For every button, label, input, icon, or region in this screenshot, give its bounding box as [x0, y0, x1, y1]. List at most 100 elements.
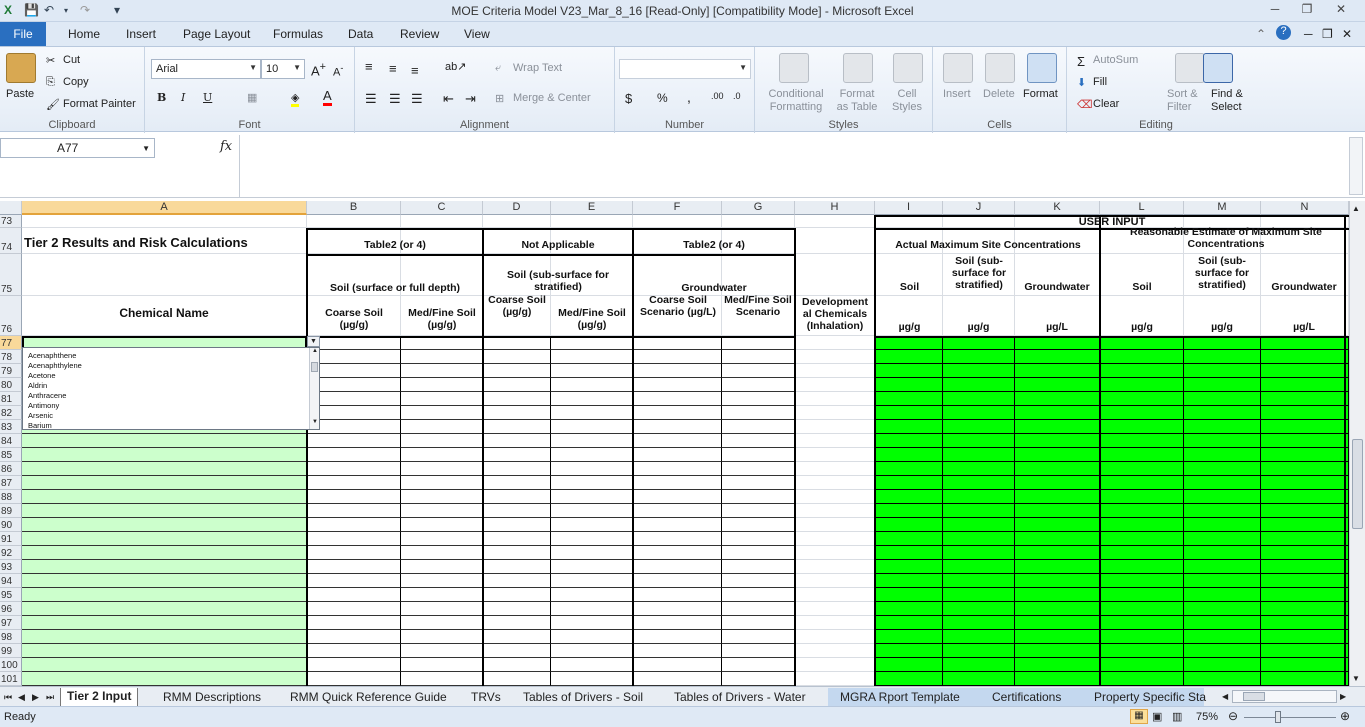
cell-g89[interactable] — [722, 504, 795, 518]
zoom-slider-track[interactable] — [1244, 717, 1336, 718]
row-header-95[interactable]: 95 — [0, 588, 22, 602]
cell-l92[interactable] — [1100, 546, 1184, 560]
tab-formulas[interactable]: Formulas — [273, 27, 323, 41]
row-header-94[interactable]: 94 — [0, 574, 22, 588]
cell-l99[interactable] — [1100, 644, 1184, 658]
cell-h101[interactable] — [795, 672, 875, 686]
tab-insert[interactable]: Insert — [126, 27, 156, 41]
sheet-tab[interactable]: Certifications — [992, 690, 1061, 704]
borders-icon[interactable]: ▦ — [247, 91, 257, 104]
cell-g95[interactable] — [722, 588, 795, 602]
cell-k93[interactable] — [1015, 560, 1100, 574]
cell-f82[interactable] — [633, 406, 722, 420]
cell-k99[interactable] — [1015, 644, 1100, 658]
cell-m96[interactable] — [1184, 602, 1261, 616]
conditional-formatting-icon[interactable] — [779, 53, 809, 83]
cell-n95[interactable] — [1261, 588, 1349, 602]
font-color-icon[interactable]: A — [323, 89, 332, 106]
sheet-tab[interactable]: RMM Quick Reference Guide — [290, 690, 447, 704]
cell-l79[interactable] — [1100, 364, 1184, 378]
cell-l84[interactable] — [1100, 434, 1184, 448]
paste-icon[interactable] — [6, 53, 36, 83]
fill-button[interactable]: Fill — [1093, 76, 1107, 88]
cell-b94[interactable] — [307, 574, 401, 588]
cell-j87[interactable] — [943, 476, 1015, 490]
cell-i80[interactable] — [875, 378, 943, 392]
cell-h94[interactable] — [795, 574, 875, 588]
cell-i91[interactable] — [875, 532, 943, 546]
cell-g87[interactable] — [722, 476, 795, 490]
zoom-slider-thumb[interactable] — [1275, 711, 1281, 723]
cell-n83[interactable] — [1261, 420, 1349, 434]
cell-a88[interactable] — [22, 490, 307, 504]
cell-i83[interactable] — [875, 420, 943, 434]
cell-i85[interactable] — [875, 448, 943, 462]
cell-e100[interactable] — [551, 658, 633, 672]
row-header-76[interactable]: 76 — [0, 296, 22, 336]
cell-i95[interactable] — [875, 588, 943, 602]
column-header-i[interactable]: I — [875, 201, 943, 215]
cell-i98[interactable] — [875, 630, 943, 644]
zoom-out-icon[interactable]: ⊖ — [1228, 709, 1238, 723]
cell-c99[interactable] — [401, 644, 483, 658]
cell-f99[interactable] — [633, 644, 722, 658]
cell-c96[interactable] — [401, 602, 483, 616]
close-icon[interactable]: ✕ — [1328, 2, 1354, 19]
cell-b91[interactable] — [307, 532, 401, 546]
cell-h80[interactable] — [795, 378, 875, 392]
cell-k82[interactable] — [1015, 406, 1100, 420]
column-header-k[interactable]: K — [1015, 201, 1100, 215]
row-header-79[interactable]: 79 — [0, 364, 22, 378]
cell-h98[interactable] — [795, 630, 875, 644]
cell-l82[interactable] — [1100, 406, 1184, 420]
cell-d77[interactable] — [483, 336, 551, 350]
cell-d91[interactable] — [483, 532, 551, 546]
cell-b92[interactable] — [307, 546, 401, 560]
cell-f88[interactable] — [633, 490, 722, 504]
dropdown-item[interactable]: Acenaphthene — [28, 351, 76, 360]
row-header-97[interactable]: 97 — [0, 616, 22, 630]
sheet-tab[interactable]: Property Specific Sta — [1094, 690, 1206, 704]
cell-g91[interactable] — [722, 532, 795, 546]
row-header-93[interactable]: 93 — [0, 560, 22, 574]
orientation-icon[interactable]: ab↗ — [445, 60, 466, 73]
cell-d100[interactable] — [483, 658, 551, 672]
cell-a93[interactable] — [22, 560, 307, 574]
cell-g98[interactable] — [722, 630, 795, 644]
increase-decimal-icon[interactable]: .00 — [711, 91, 724, 101]
cell-g101[interactable] — [722, 672, 795, 686]
row-header-73[interactable]: 73 — [0, 215, 22, 228]
column-header-f[interactable]: F — [633, 201, 722, 215]
horizontal-scroll-thumb[interactable] — [1243, 692, 1265, 701]
cell-h81[interactable] — [795, 392, 875, 406]
cell-m79[interactable] — [1184, 364, 1261, 378]
cell-c94[interactable] — [401, 574, 483, 588]
cell-a84[interactable] — [22, 434, 307, 448]
cell-e96[interactable] — [551, 602, 633, 616]
cell-b78[interactable] — [307, 350, 401, 364]
cell-l78[interactable] — [1100, 350, 1184, 364]
cell-l83[interactable] — [1100, 420, 1184, 434]
worksheet-grid[interactable]: Tier 2 Results and Risk Calculations Che… — [0, 201, 1349, 686]
cell-j82[interactable] — [943, 406, 1015, 420]
cell-f79[interactable] — [633, 364, 722, 378]
help-icon[interactable]: ? — [1276, 25, 1291, 40]
cell-h84[interactable] — [795, 434, 875, 448]
cell-n78[interactable] — [1261, 350, 1349, 364]
row-header-82[interactable]: 82 — [0, 406, 22, 420]
workbook-minimize-icon[interactable]: ─ — [1304, 27, 1313, 41]
cell-d84[interactable] — [483, 434, 551, 448]
cell-h88[interactable] — [795, 490, 875, 504]
cell-a97[interactable] — [22, 616, 307, 630]
cell-k83[interactable] — [1015, 420, 1100, 434]
cell-e97[interactable] — [551, 616, 633, 630]
column-header-e[interactable]: E — [551, 201, 633, 215]
cell-g94[interactable] — [722, 574, 795, 588]
cell-k85[interactable] — [1015, 448, 1100, 462]
cell-d89[interactable] — [483, 504, 551, 518]
cell-b97[interactable] — [307, 616, 401, 630]
page-break-view-icon[interactable]: ▥ — [1172, 710, 1182, 723]
cell-n86[interactable] — [1261, 462, 1349, 476]
cell-e81[interactable] — [551, 392, 633, 406]
column-header-l[interactable]: L — [1100, 201, 1184, 215]
